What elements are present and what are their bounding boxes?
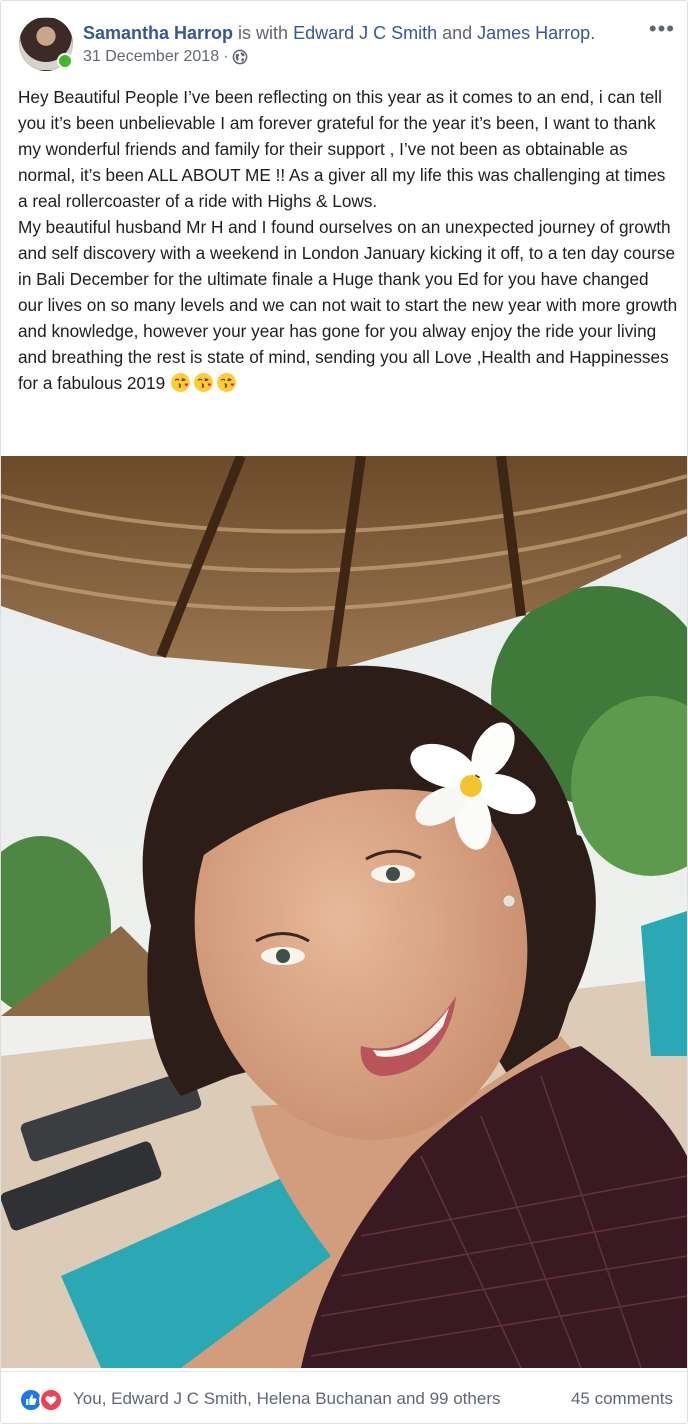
tagged-person-2[interactable]: James Harrop xyxy=(477,23,590,43)
and-text: and xyxy=(437,23,478,43)
title-period: . xyxy=(590,23,596,43)
online-status-dot xyxy=(57,53,73,69)
kissing-heart-emoji xyxy=(170,373,190,392)
post-paragraph-2: My beautiful husband Mr H and I found ou… xyxy=(18,214,678,396)
tagged-person-1[interactable]: Edward J C Smith xyxy=(293,23,437,43)
post-card: Samantha Harrop is with Edward J C Smith… xyxy=(0,0,688,1424)
kissing-heart-emoji xyxy=(193,373,213,392)
post-photo[interactable] xyxy=(1,456,687,1368)
post-text: Hey Beautiful People I’ve been reflectin… xyxy=(18,84,678,396)
globe-icon[interactable] xyxy=(232,49,248,65)
author-avatar-wrap[interactable] xyxy=(19,17,73,71)
reactions-summary[interactable] xyxy=(19,1388,69,1412)
post-paragraph-2-text: My beautiful husband Mr H and I found ou… xyxy=(18,217,678,393)
kissing-heart-emoji xyxy=(216,373,236,392)
with-text: is with xyxy=(233,23,294,43)
comments-count[interactable]: 45 comments xyxy=(571,1387,673,1411)
author-name[interactable]: Samantha Harrop xyxy=(83,23,233,43)
love-icon xyxy=(39,1388,63,1412)
post-date[interactable]: 31 December 2018 xyxy=(83,47,219,67)
post-header: Samantha Harrop is with Edward J C Smith… xyxy=(19,17,675,77)
likers-text[interactable]: You, Edward J C Smith, Helena Buchanan a… xyxy=(73,1387,500,1411)
photo-illustration xyxy=(1,456,687,1368)
post-footer: You, Edward J C Smith, Helena Buchanan a… xyxy=(1,1371,687,1423)
more-options-button[interactable]: ••• xyxy=(649,18,675,40)
like-icon xyxy=(19,1388,43,1412)
meta-separator: · xyxy=(223,48,229,65)
post-meta: 31 December 2018 · xyxy=(83,47,248,67)
post-paragraph-1: Hey Beautiful People I’ve been reflectin… xyxy=(18,87,666,211)
post-title-line: Samantha Harrop is with Edward J C Smith… xyxy=(83,21,595,45)
